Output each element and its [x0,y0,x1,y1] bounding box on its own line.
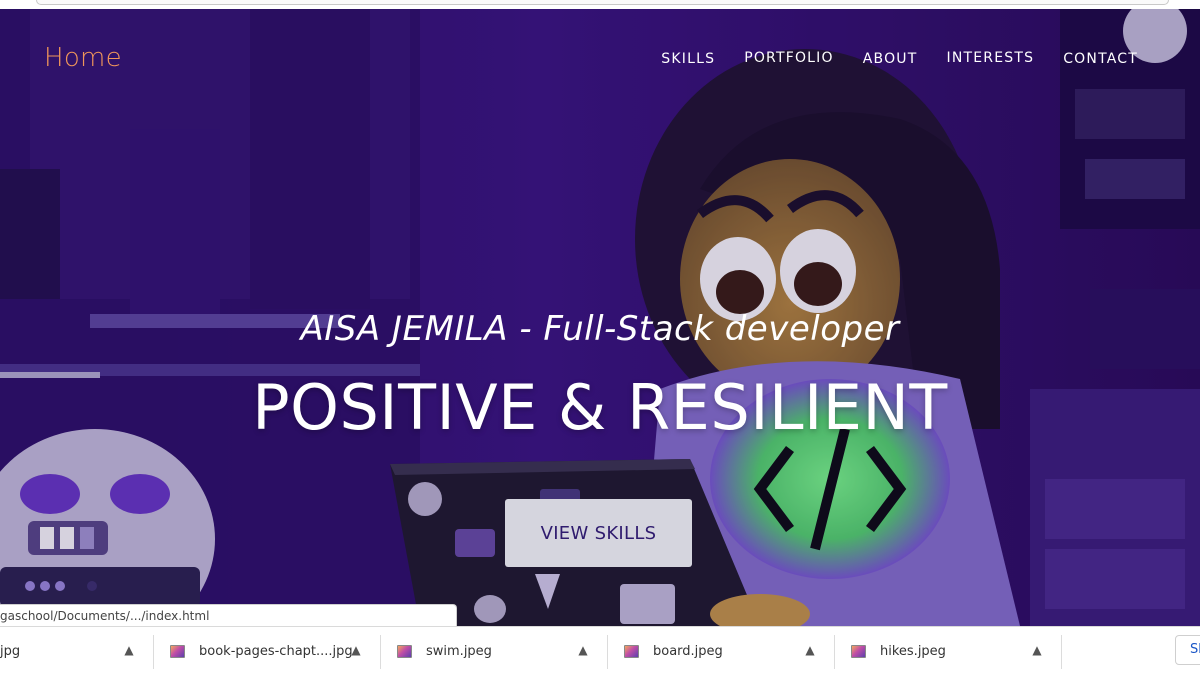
download-divider [380,635,381,669]
chevron-up-icon[interactable]: ▲ [575,642,591,658]
download-file-name: jpg [0,643,21,659]
status-bar-url: gaschool/Documents/.../index.html [0,604,457,626]
nav-interests-link[interactable]: INTERESTS [947,50,1035,66]
download-item[interactable]: hikes.jpeg ▲ [851,627,1056,674]
downloads-bar: jpg ▲ book-pages-chapt....jpg ▲ swim.jpe… [0,626,1200,674]
chevron-up-icon[interactable]: ▲ [348,642,364,658]
view-skills-button[interactable]: VIEW SKILLS [505,499,692,567]
download-file-name: swim.jpeg [426,643,492,659]
download-file-name: hikes.jpeg [880,643,946,659]
download-item[interactable]: book-pages-chapt....jpg ▲ [170,627,375,674]
image-file-icon [397,644,412,658]
chevron-up-icon[interactable]: ▲ [802,642,818,658]
download-item[interactable]: jpg ▲ [0,627,150,674]
download-item[interactable]: board.jpeg ▲ [624,627,829,674]
chevron-up-icon[interactable]: ▲ [121,642,137,658]
chevron-up-icon[interactable]: ▲ [1029,642,1045,658]
image-file-icon [170,644,185,658]
show-all-button[interactable]: Sh [1175,635,1200,665]
download-divider [607,635,608,669]
tab-strip-edge [36,0,1169,5]
image-file-icon [624,644,639,658]
nav-contact-link[interactable]: CONTACT [1063,51,1138,67]
hero-headline: POSITIVE & RESILIENT [252,371,948,444]
browser-top-strip [0,0,1200,9]
download-item[interactable]: swim.jpeg ▲ [397,627,602,674]
download-file-name: book-pages-chapt....jpg [199,643,353,659]
nav-portfolio-link[interactable]: PORTFOLIO [744,50,834,66]
nav-home-link[interactable]: Home [44,43,122,73]
download-file-name: board.jpeg [653,643,723,659]
top-nav: SKILLS PORTFOLIO ABOUT INTERESTS CONTACT [661,50,1138,67]
nav-skills-link[interactable]: SKILLS [661,51,715,67]
download-divider [1061,635,1062,669]
download-divider [153,635,154,669]
download-divider [834,635,835,669]
image-file-icon [851,644,866,658]
hero-section: Home SKILLS PORTFOLIO ABOUT INTERESTS CO… [0,9,1200,626]
nav-about-link[interactable]: ABOUT [863,51,918,67]
hero-subtitle: AISA JEMILA - Full-Stack developer [300,309,900,349]
